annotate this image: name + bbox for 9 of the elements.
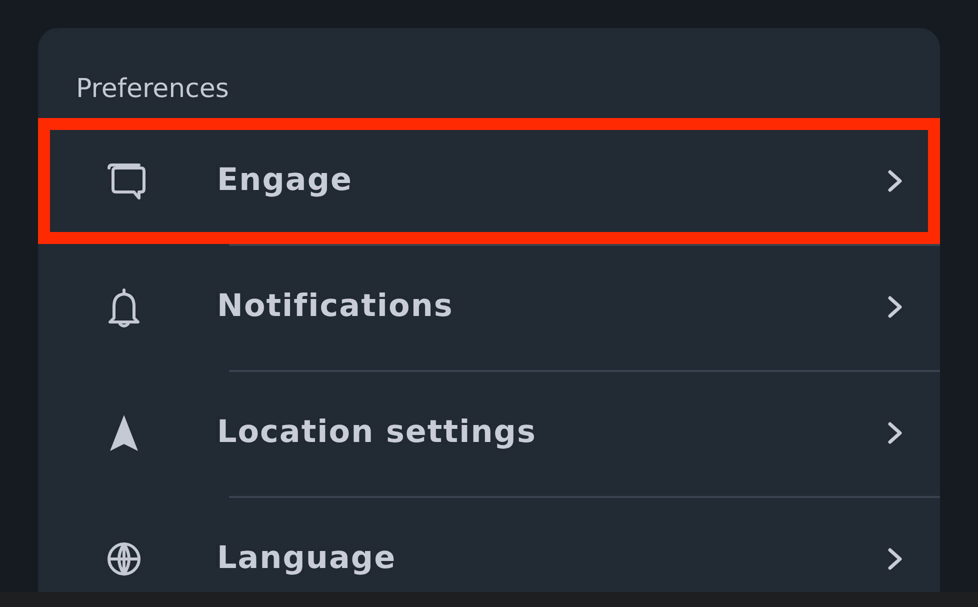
menu-label: Notifications <box>217 288 454 326</box>
menu-item[interactable]: Language <box>38 496 940 607</box>
highlighted-menu-item[interactable]: Engage <box>38 118 940 244</box>
menu-item[interactable]: Notifications <box>38 244 940 370</box>
menu-item[interactable]: Location settings <box>38 370 940 496</box>
menu-label: Engage <box>217 162 353 200</box>
menu-label: Location settings <box>217 414 536 452</box>
section-title: Preferences <box>76 74 229 104</box>
menu-label: Language <box>217 540 396 578</box>
